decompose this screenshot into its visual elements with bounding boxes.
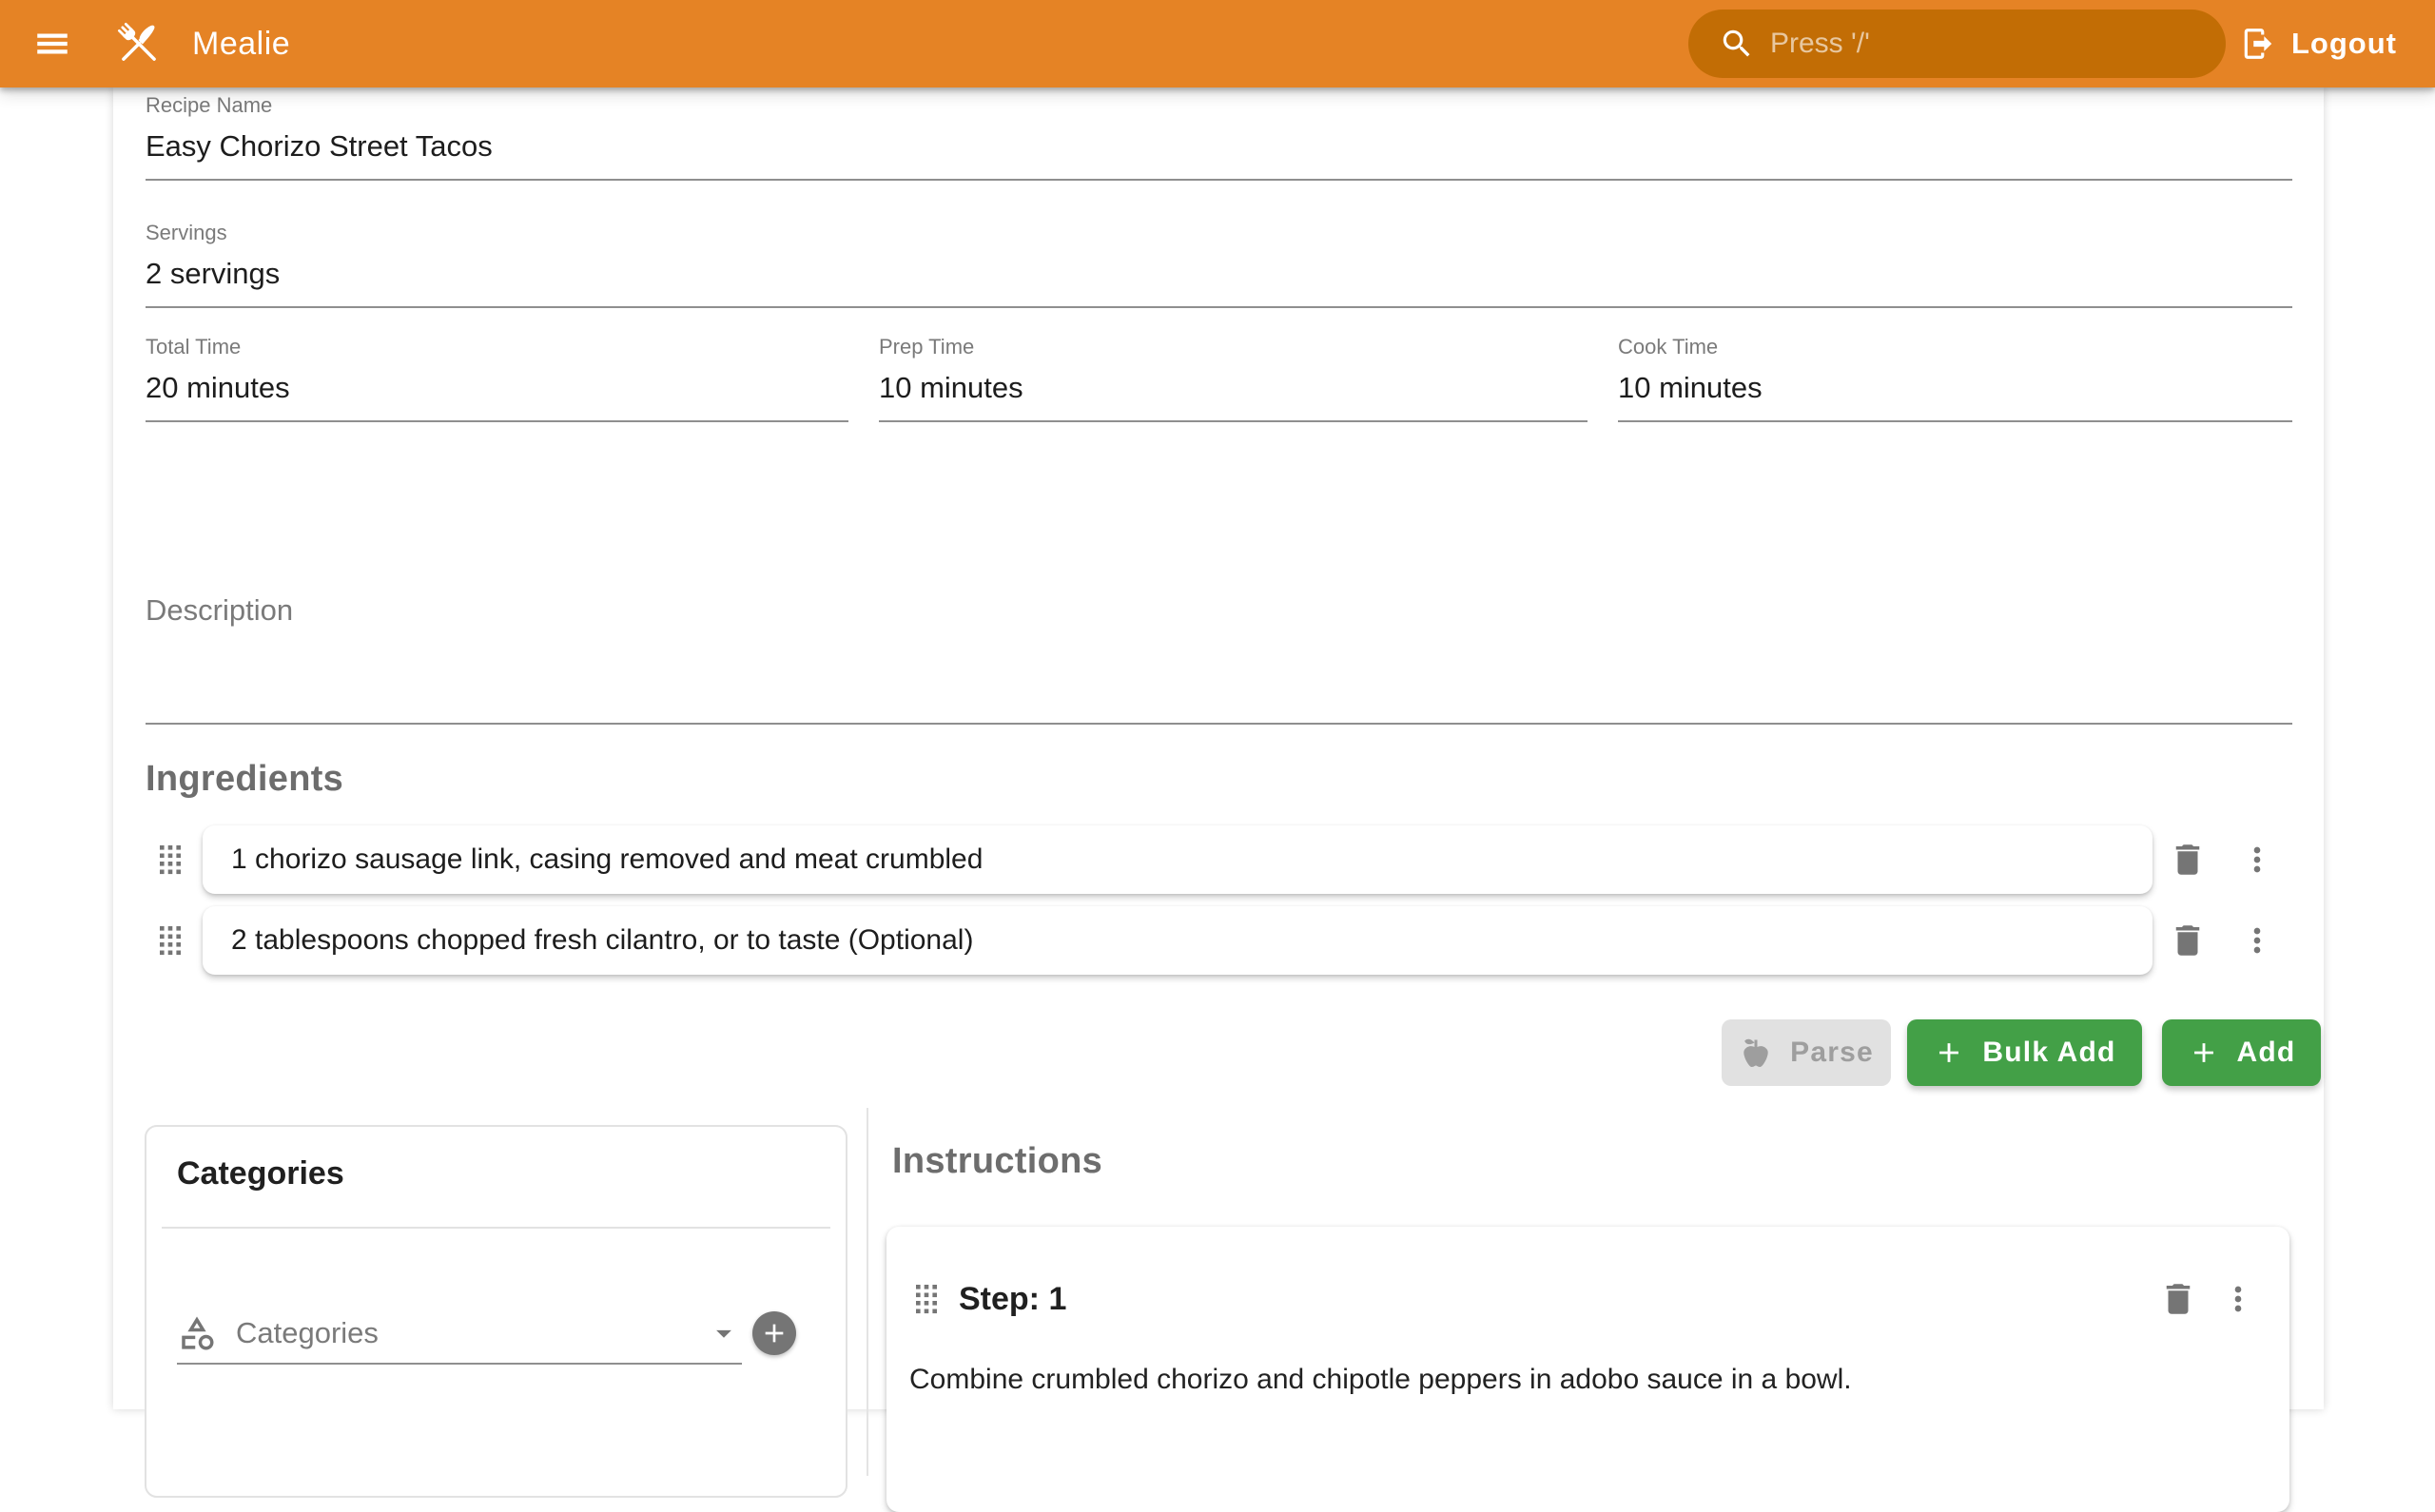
description-field: Description — [146, 502, 2292, 725]
parse-label: Parse — [1790, 1037, 1874, 1069]
divider — [162, 1227, 830, 1229]
categories-select[interactable]: Categories — [177, 1304, 742, 1365]
time-fields-row: Total Time Prep Time Cook Time — [146, 335, 2292, 422]
ingredient-card — [203, 906, 2153, 975]
cook-time-label: Cook Time — [1618, 335, 2292, 359]
ingredients-actions: Parse Bulk Add Add — [113, 1019, 2324, 1086]
delete-ingredient-button[interactable] — [2161, 833, 2214, 886]
recipe-name-input[interactable] — [146, 118, 2292, 179]
logout-icon — [2240, 26, 2276, 62]
drag-handle[interactable] — [911, 1280, 942, 1318]
recipe-name-field: Recipe Name — [146, 93, 2292, 181]
cook-time-input[interactable] — [1618, 359, 2292, 420]
prep-time-field: Prep Time — [879, 335, 1588, 422]
drag-handle[interactable] — [155, 841, 185, 879]
instructions-heading: Instructions — [892, 1141, 1102, 1182]
ingredient-row — [113, 825, 2324, 894]
prep-time-input[interactable] — [879, 359, 1588, 420]
drag-handle[interactable] — [155, 921, 185, 960]
total-time-input[interactable] — [146, 359, 848, 420]
servings-field: Servings — [146, 221, 2292, 308]
logout-button[interactable]: Logout — [2229, 0, 2408, 87]
servings-label: Servings — [146, 221, 2292, 245]
trash-icon — [2158, 1279, 2198, 1319]
trash-icon — [2168, 921, 2208, 960]
kebab-menu-icon — [2219, 1280, 2257, 1318]
drag-handle-icon — [159, 844, 182, 875]
total-time-label: Total Time — [146, 335, 848, 359]
step-text[interactable]: Combine crumbled chorizo and chipotle pe… — [909, 1360, 2260, 1400]
cook-time-field: Cook Time — [1618, 335, 2292, 422]
ingredient-input[interactable] — [203, 924, 2153, 957]
step-title: Step: 1 — [959, 1281, 2158, 1318]
categories-card: Categories Categories — [145, 1125, 847, 1498]
add-label: Add — [2237, 1037, 2296, 1069]
delete-step-button[interactable] — [2158, 1279, 2198, 1319]
ingredient-input[interactable] — [203, 843, 2153, 876]
vertical-divider — [867, 1108, 868, 1476]
bulk-add-label: Bulk Add — [1982, 1037, 2115, 1069]
plus-circle-icon — [759, 1318, 789, 1348]
menu-button[interactable] — [30, 22, 74, 66]
step-header: Step: 1 — [886, 1269, 2289, 1329]
app-bar: Mealie Logout — [0, 0, 2435, 87]
ingredient-card — [203, 825, 2153, 894]
plus-icon — [2188, 1037, 2220, 1069]
app-title: Mealie — [192, 26, 290, 63]
trash-icon — [2168, 840, 2208, 880]
description-label: Description — [146, 593, 293, 628]
parse-button[interactable]: Parse — [1722, 1019, 1891, 1086]
search-icon — [1688, 26, 1755, 62]
silverware-icon — [112, 17, 166, 70]
add-ingredient-button[interactable]: Add — [2162, 1019, 2321, 1086]
recipe-name-label: Recipe Name — [146, 93, 2292, 118]
ingredient-menu-button[interactable] — [2234, 914, 2280, 967]
search-bar[interactable] — [1688, 10, 2226, 78]
plus-icon — [1933, 1037, 1965, 1069]
ingredient-row — [113, 906, 2324, 975]
kebab-menu-icon — [2238, 921, 2276, 960]
ingredients-heading: Ingredients — [146, 759, 343, 800]
recipe-editor-card: Recipe Name Servings Total Time Prep Tim… — [113, 87, 2324, 1409]
drag-handle-icon — [915, 1284, 938, 1314]
total-time-field: Total Time — [146, 335, 848, 422]
apple-icon — [1739, 1036, 1773, 1070]
shapes-icon — [177, 1313, 217, 1353]
step-menu-button[interactable] — [2219, 1280, 2257, 1318]
logout-label: Logout — [2291, 27, 2397, 61]
ingredient-menu-button[interactable] — [2234, 833, 2280, 886]
categories-card-title: Categories — [177, 1155, 846, 1192]
categories-select-label: Categories — [236, 1316, 706, 1350]
servings-input[interactable] — [146, 245, 2292, 306]
kebab-menu-icon — [2238, 841, 2276, 879]
caret-down-icon — [706, 1315, 742, 1351]
hamburger-icon — [32, 24, 72, 64]
add-category-button[interactable] — [752, 1311, 796, 1355]
search-input[interactable] — [1768, 27, 2203, 61]
delete-ingredient-button[interactable] — [2161, 914, 2214, 967]
drag-handle-icon — [159, 925, 182, 956]
prep-time-label: Prep Time — [879, 335, 1588, 359]
description-textarea[interactable] — [146, 569, 2296, 734]
instruction-step-card: Step: 1 Combine crumbled chorizo and chi… — [886, 1227, 2289, 1512]
bulk-add-button[interactable]: Bulk Add — [1907, 1019, 2142, 1086]
